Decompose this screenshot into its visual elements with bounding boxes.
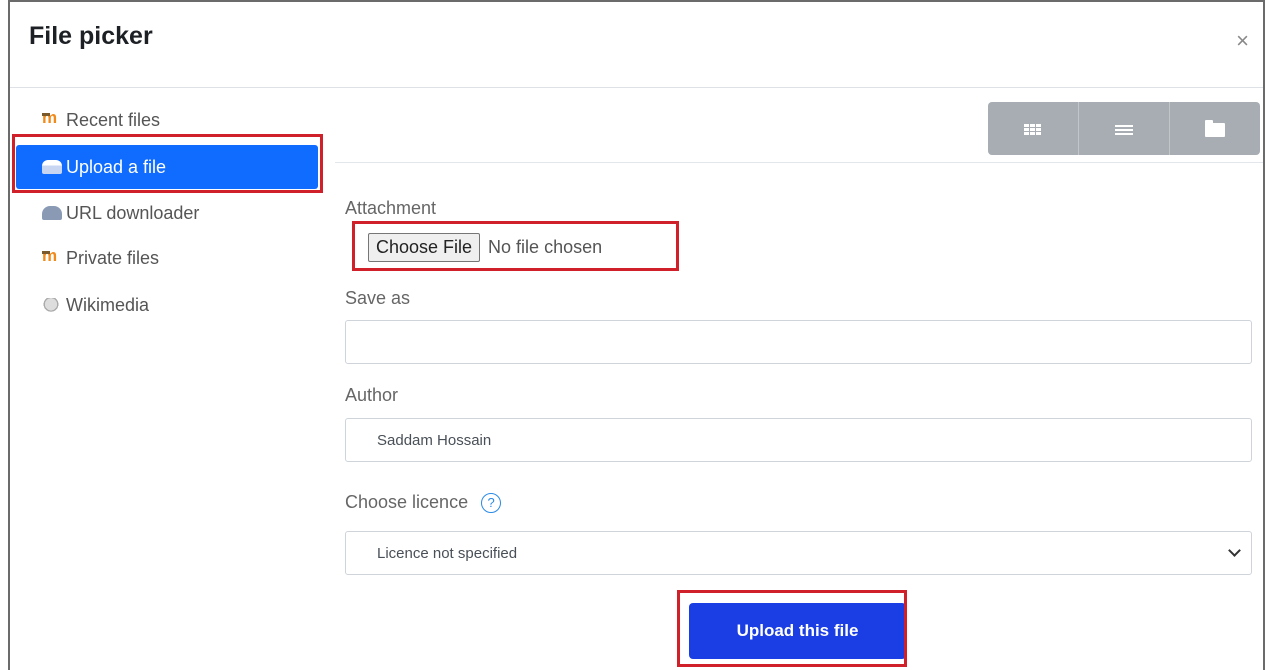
chevron-down-icon [1228, 544, 1241, 557]
sidebar-item-private-files[interactable]: Private files [16, 236, 318, 280]
highlight-upload-tab [12, 134, 323, 193]
sidebar-item-wikimedia[interactable]: Wikimedia [16, 283, 318, 327]
moodle-icon [42, 108, 62, 128]
licence-label: Choose licence [345, 492, 469, 512]
wikimedia-icon [42, 298, 62, 312]
licence-selected-value: Licence not specified [377, 544, 518, 562]
sidebar-item-label: Private files [66, 247, 160, 268]
author-input[interactable]: Saddam Hossain [345, 418, 1252, 462]
dialog-header: File picker × [10, 2, 1263, 88]
sidebar-item-label: Recent files [66, 109, 161, 130]
help-icon[interactable]: ? [481, 493, 502, 514]
close-icon[interactable]: × [1236, 30, 1249, 52]
licence-label-row: Choose licence ? [345, 492, 502, 514]
dialog-title: File picker [29, 22, 153, 50]
folder-view-button[interactable] [1170, 102, 1260, 155]
save-as-label: Save as [345, 288, 411, 308]
highlight-choose-file [352, 221, 679, 271]
grid-view-button[interactable] [988, 102, 1079, 155]
grid-view-icon [1024, 122, 1042, 135]
attachment-label: Attachment [345, 198, 437, 218]
author-label: Author [345, 385, 399, 405]
sidebar-item-label: URL downloader [66, 202, 200, 223]
save-as-input[interactable] [345, 320, 1252, 364]
licence-select[interactable]: Licence not specified [345, 531, 1252, 575]
folder-view-icon [1205, 119, 1225, 137]
url-downloader-icon [42, 206, 62, 220]
sidebar-item-label: Wikimedia [66, 294, 150, 315]
file-picker-dialog: File picker × Recent files Upload a file… [8, 0, 1265, 670]
moodle-icon [42, 246, 62, 266]
list-view-icon [1115, 122, 1133, 135]
sidebar-item-url-downloader[interactable]: URL downloader [16, 191, 318, 235]
list-view-button[interactable] [1079, 102, 1170, 155]
view-toolbar [988, 102, 1260, 155]
highlight-upload-button [677, 590, 907, 667]
content-divider [335, 162, 1263, 163]
